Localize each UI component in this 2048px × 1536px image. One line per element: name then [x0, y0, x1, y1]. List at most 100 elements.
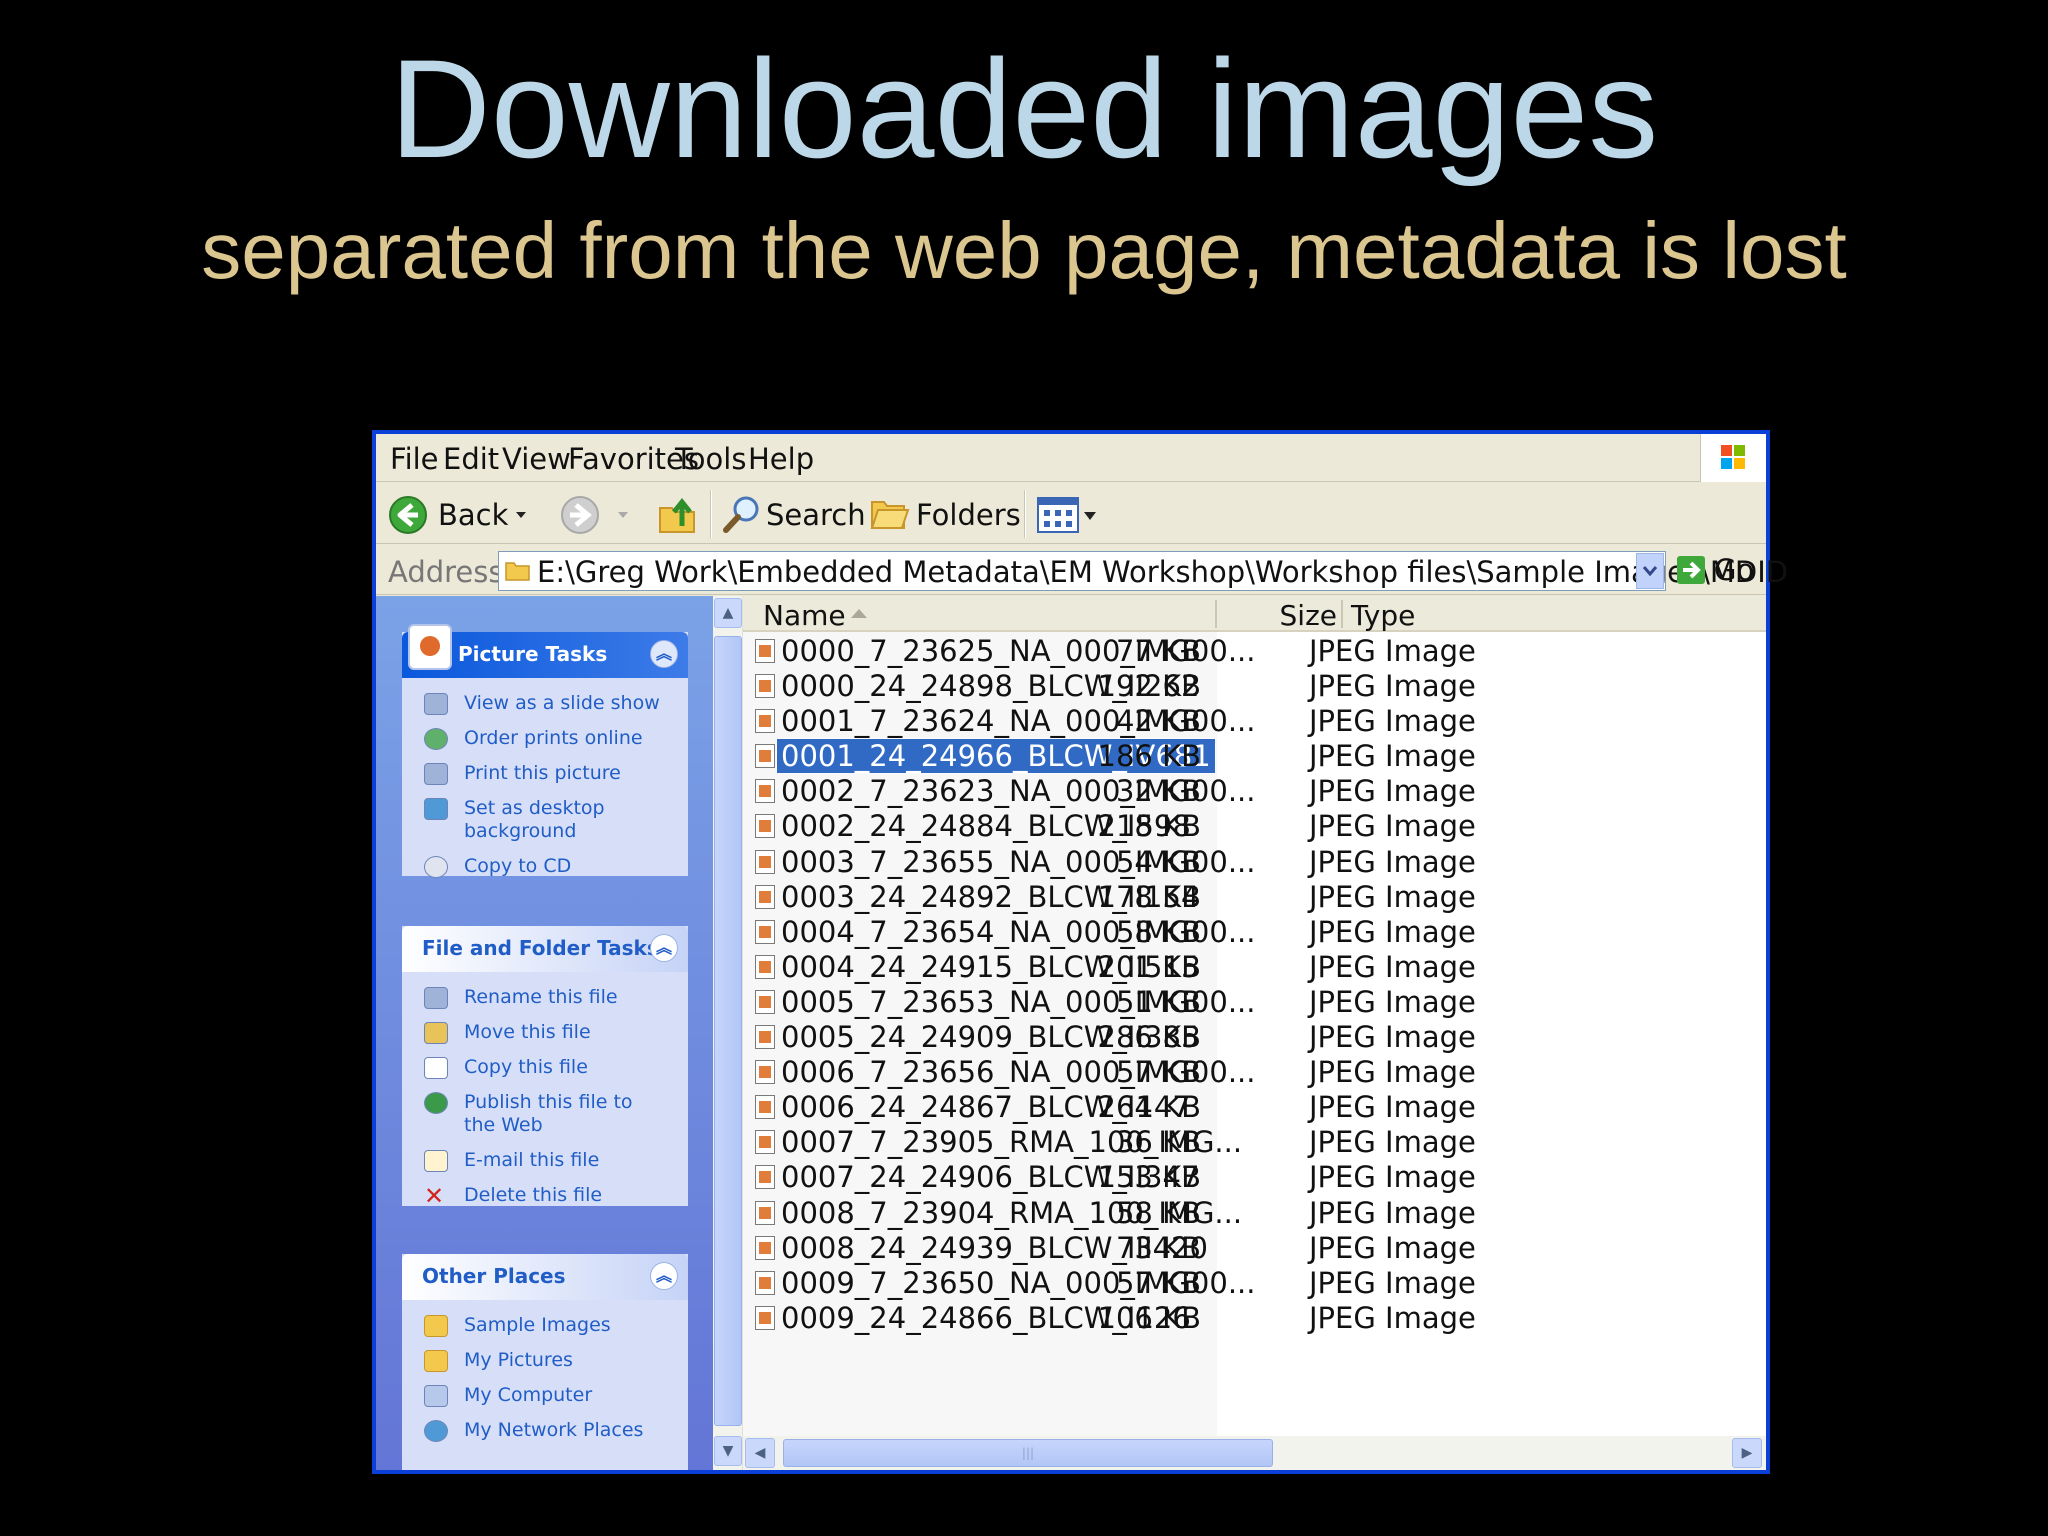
task-move-file[interactable]: Move this file — [402, 1021, 688, 1044]
column-divider[interactable] — [1341, 600, 1343, 628]
file-row[interactable]: 0005_24_24909_BLCW_II385 286 KB JPEG Image — [743, 1020, 1766, 1055]
go-label: Go — [1714, 553, 1755, 587]
views-icon[interactable] — [1036, 496, 1100, 534]
file-row[interactable]: 0001_7_23624_NA_000_IMG00... 42 KB JPEG Im… — [743, 704, 1766, 739]
task-label: Publish this file to the Web — [464, 1091, 633, 1136]
file-row[interactable]: 0005_7_23653_NA_000_IMG00... 51 KB JPEG Im… — [743, 985, 1766, 1020]
task-copy-file[interactable]: Copy this file — [402, 1056, 688, 1079]
place-my-computer[interactable]: My Computer — [402, 1384, 688, 1407]
scroll-right-button[interactable]: ▶ — [1732, 1438, 1762, 1468]
horizontal-scrollbar[interactable]: ◀ ||| ▶ — [743, 1436, 1766, 1470]
column-name[interactable]: Name — [763, 599, 846, 632]
forward-arrow-icon[interactable] — [560, 495, 600, 535]
address-dropdown-button[interactable] — [1636, 553, 1664, 589]
menu-help[interactable]: Help — [748, 442, 814, 476]
menu-view[interactable]: View — [502, 442, 571, 476]
other-places-panel: Other Places ︽ Sample Images My Pictures… — [402, 1254, 688, 1470]
scroll-up-button[interactable]: ▲ — [714, 598, 742, 628]
place-my-network-places[interactable]: My Network Places — [402, 1419, 688, 1442]
up-folder-icon[interactable] — [656, 494, 698, 536]
folder-icon — [424, 1315, 448, 1337]
file-row[interactable]: 0003_7_23655_NA_000_IMG00... 54 KB JPEG Im… — [743, 845, 1766, 880]
file-type: JPEG Image — [1309, 1230, 1476, 1265]
file-type: JPEG Image — [1309, 1055, 1476, 1090]
file-row[interactable]: 0007_7_23905_RMA_100_IMG... 36 KB JPEG Ima… — [743, 1125, 1766, 1160]
jpeg-file-icon — [755, 849, 775, 874]
task-label: Print this picture — [464, 762, 621, 784]
task-print-picture[interactable]: Print this picture — [402, 762, 688, 785]
picture-tasks-header[interactable]: Picture Tasks ︽ — [402, 624, 688, 678]
task-set-desktop-background[interactable]: Set as desktop background — [402, 797, 612, 843]
collapse-icon[interactable]: ︽ — [650, 1262, 678, 1290]
jpeg-file-icon — [755, 1235, 775, 1260]
jpeg-file-icon — [755, 989, 775, 1014]
task-copy-to-cd[interactable]: Copy to CD — [402, 855, 688, 878]
cd-icon — [424, 856, 448, 878]
menu-edit[interactable]: Edit — [443, 442, 499, 476]
file-folder-tasks-panel: File and Folder Tasks ︽ Rename this file… — [402, 926, 688, 1210]
file-row[interactable]: 0007_24_24906_BLCW_II347 153 KB JPEG Image — [743, 1160, 1766, 1195]
other-places-header[interactable]: Other Places ︽ — [402, 1254, 688, 1300]
task-pane: Picture Tasks ︽ View as a slide show Ord… — [376, 596, 713, 1470]
task-delete-file[interactable]: ✕ Delete this file — [402, 1182, 688, 1210]
place-sample-images[interactable]: Sample Images — [402, 1314, 688, 1337]
file-type: JPEG Image — [1309, 984, 1476, 1019]
horizontal-scrollbar-thumb[interactable]: ||| — [783, 1439, 1273, 1467]
place-my-pictures[interactable]: My Pictures — [402, 1349, 688, 1372]
file-row[interactable]: 0009_7_23650_NA_000_IMG00... 57 KB JPEG Im… — [743, 1266, 1766, 1301]
search-button[interactable]: Search — [718, 490, 866, 536]
explorer-window: File Edit View Favorites Tools Help Back — [372, 430, 1788, 1474]
file-row[interactable]: 0000_7_23625_NA_000_IMG00... 77 KB JPEG Im… — [743, 634, 1766, 669]
jpeg-file-icon — [755, 1130, 775, 1155]
file-row[interactable]: 0008_7_23904_RMA_100_IMG... 58 KB JPEG Ima… — [743, 1196, 1766, 1231]
scroll-left-button[interactable]: ◀ — [745, 1438, 775, 1468]
jpeg-file-icon — [755, 1165, 775, 1190]
slide-subtitle: separated from the web page, metadata is… — [201, 206, 1847, 295]
file-row[interactable]: 0002_7_23623_NA_000_IMG00... 32 KB JPEG Im… — [743, 774, 1766, 809]
task-label: Set as desktop background — [464, 797, 605, 842]
jpeg-file-icon — [755, 1270, 775, 1295]
task-pane-scrollbar[interactable]: ▲ ▼ — [713, 596, 743, 1470]
file-row[interactable]: 0004_7_23654_NA_000_IMG00... 58 KB JPEG Im… — [743, 915, 1766, 950]
file-size: 54 KB — [1115, 844, 1201, 879]
task-order-prints[interactable]: Order prints online — [402, 727, 688, 750]
file-row[interactable]: 0000_24_24898_BLCW_II262 192 KB JPEG Image — [743, 669, 1766, 704]
file-row[interactable]: 0002_24_24884_BLCW_I598 218 KB JPEG Image — [743, 809, 1766, 844]
file-type: JPEG Image — [1309, 634, 1476, 668]
forward-dropdown-icon[interactable] — [616, 510, 630, 520]
column-type[interactable]: Type — [1351, 599, 1415, 632]
delete-icon: ✕ — [424, 1182, 445, 1210]
task-rename-file[interactable]: Rename this file — [402, 986, 688, 1009]
jpeg-file-icon — [755, 639, 775, 663]
rename-icon — [424, 987, 448, 1009]
task-label: Rename this file — [464, 986, 618, 1008]
file-row[interactable]: 0004_24_24915_BLCW_II515 201 KB JPEG Image — [743, 950, 1766, 985]
file-row[interactable]: 0003_24_24892_BLCW_II154 178 KB JPEG Image — [743, 880, 1766, 915]
file-row[interactable]: 0001_24_24966_BLCW_IV681 186 KB JPEG Image — [743, 738, 1766, 775]
address-field[interactable]: E:\Greg Work\Embedded Metadata\EM Worksh… — [498, 551, 1788, 591]
file-row[interactable]: 0009_24_24866_BLCW_I126 106 KB JPEG Image — [743, 1301, 1766, 1336]
collapse-icon[interactable]: ︽ — [650, 640, 678, 668]
file-row[interactable]: 0006_24_24867_BLCW_I147 264 KB JPEG Image — [743, 1090, 1766, 1125]
column-size[interactable]: Size — [1245, 599, 1337, 632]
task-publish-web[interactable]: Publish this file to the Web — [402, 1091, 662, 1137]
menu-file[interactable]: File — [390, 442, 439, 476]
file-row[interactable]: 0008_24_24939_BLCW_III420 73 KB JPEG Image — [743, 1231, 1766, 1266]
menu-tools[interactable]: Tools — [675, 442, 746, 476]
slideshow-icon — [424, 693, 448, 715]
folders-button[interactable]: Folders — [866, 490, 1021, 536]
task-view-slide-show[interactable]: View as a slide show — [402, 692, 688, 715]
column-divider[interactable] — [1215, 600, 1217, 628]
task-label: Delete this file — [464, 1184, 603, 1206]
file-folder-tasks-header[interactable]: File and Folder Tasks ︽ — [402, 926, 688, 972]
file-row[interactable]: 0006_7_23656_NA_000_IMG00... 57 KB JPEG Im… — [743, 1055, 1766, 1090]
file-type: JPEG Image — [1309, 1020, 1476, 1055]
file-list-pane: ▲ ▼ Name Size Type 0000_7_23625_NA_000_I… — [713, 596, 1766, 1470]
toolbar-separator — [710, 490, 712, 538]
task-label: Copy to CD — [464, 855, 572, 877]
back-dropdown-icon[interactable] — [514, 510, 528, 520]
scrollbar-thumb[interactable] — [714, 636, 742, 1426]
scroll-down-button[interactable]: ▼ — [714, 1436, 742, 1466]
collapse-icon[interactable]: ︽ — [650, 934, 678, 962]
task-email-file[interactable]: E-mail this file — [402, 1149, 688, 1172]
